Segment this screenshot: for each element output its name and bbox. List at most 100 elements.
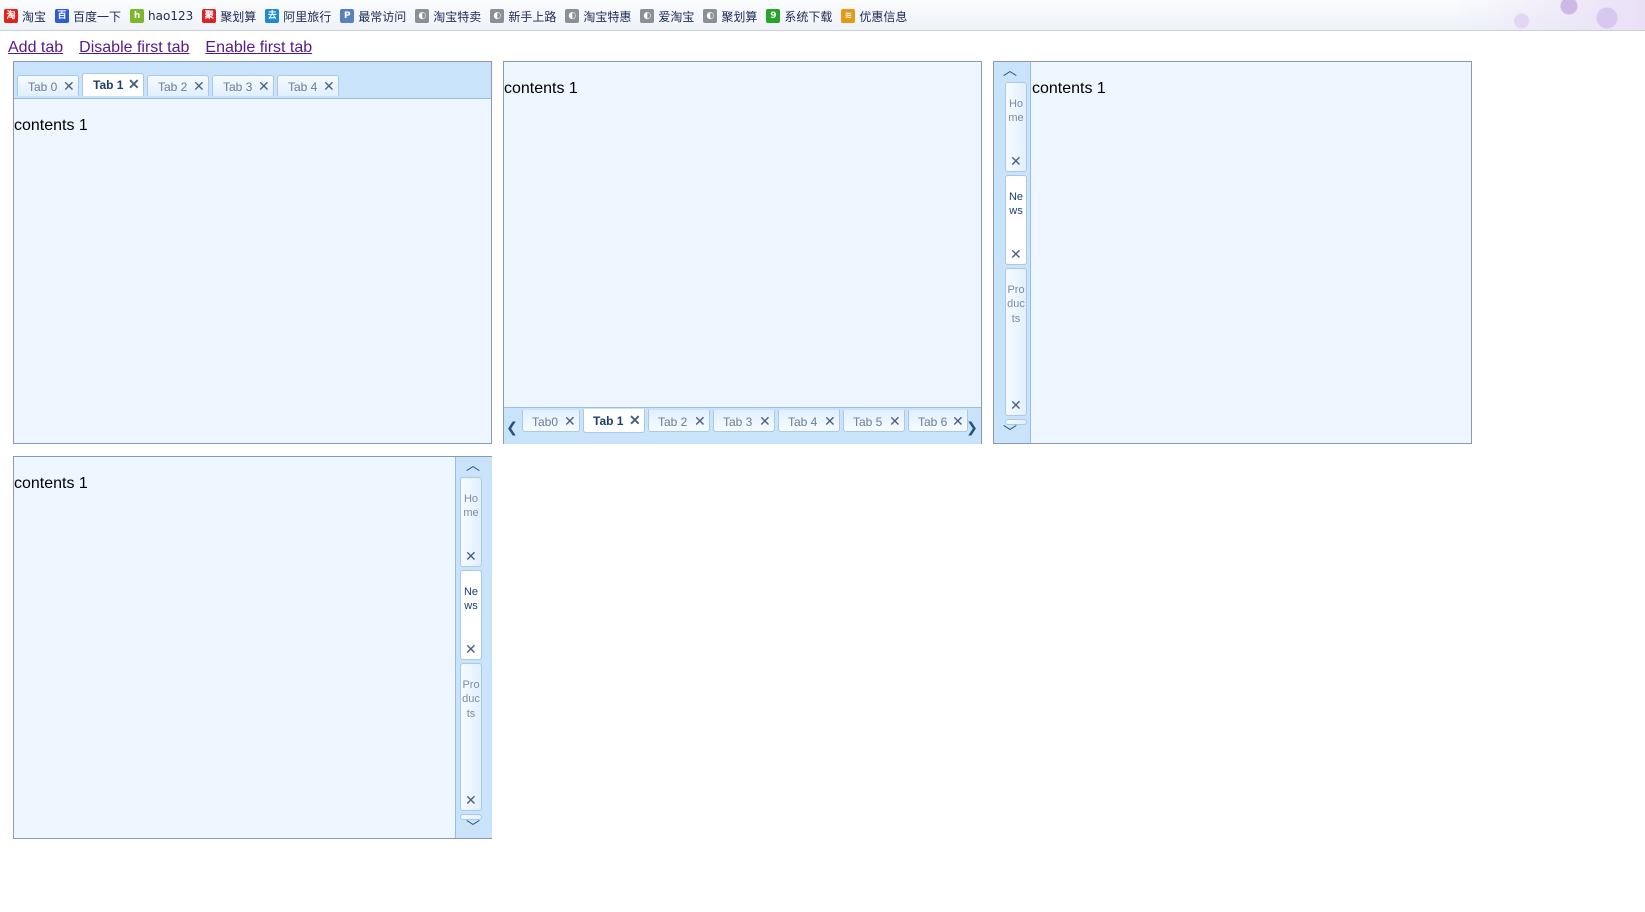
close-icon[interactable]: ✕ bbox=[323, 79, 335, 93]
close-icon[interactable]: ✕ bbox=[952, 414, 964, 428]
baidu-icon: 百 bbox=[55, 9, 70, 23]
close-icon[interactable]: ✕ bbox=[629, 413, 641, 427]
bookmark-item[interactable]: 百百度一下 bbox=[55, 8, 121, 24]
bookmark-item[interactable]: P 最常访问 bbox=[340, 8, 406, 24]
bookmark-label: 阿里旅行 bbox=[283, 9, 332, 24]
tab-label: Tab 5 bbox=[853, 415, 883, 429]
close-icon[interactable]: ✕ bbox=[465, 642, 477, 656]
tab-label: Tab 3 bbox=[723, 415, 753, 429]
bookmark-item[interactable]: ◐ 爱淘宝 bbox=[640, 8, 694, 24]
tab-label: Products bbox=[462, 679, 480, 720]
tab-label: Tab 2 bbox=[658, 415, 688, 429]
chevron-up-icon: ︿ bbox=[466, 458, 480, 474]
tab-products[interactable]: Products ✕ bbox=[1005, 268, 1027, 416]
close-icon[interactable]: ✕ bbox=[1010, 154, 1022, 168]
close-icon[interactable]: ✕ bbox=[759, 414, 771, 428]
enable-first-tab-link[interactable]: Enable first tab bbox=[205, 39, 312, 57]
close-icon[interactable]: ✕ bbox=[1010, 398, 1022, 412]
tab-tab-1[interactable]: Tab 1 ✕ bbox=[82, 73, 144, 96]
close-icon[interactable]: ✕ bbox=[193, 79, 205, 93]
tab-strip-top: Tab 0 ✕ Tab 1 ✕ Tab 2 ✕ Tab 3 ✕ Tab 4 ✕ bbox=[14, 62, 491, 99]
bookmark-item[interactable]: 淘淘宝 bbox=[4, 8, 46, 24]
tab-tab-4[interactable]: Tab 4 ✕ bbox=[277, 75, 339, 96]
tab-label: News bbox=[463, 586, 479, 613]
tab-label: Tab 3 bbox=[223, 80, 253, 94]
close-icon[interactable]: ✕ bbox=[128, 77, 140, 91]
tab-tab-4[interactable]: Tab 4 ✕ bbox=[778, 410, 840, 432]
tab-products[interactable]: Products ✕ bbox=[460, 663, 482, 811]
bookmark-label: 系统下载 bbox=[784, 9, 833, 24]
tab-home[interactable]: Home ✕ bbox=[460, 477, 482, 567]
tab-label: Tab 1 bbox=[593, 414, 624, 428]
close-icon[interactable]: ✕ bbox=[465, 793, 477, 807]
tabpanel-left: ︿ Home ✕ News ✕ Products ✕ ﹀ contents 1 bbox=[993, 61, 1472, 444]
bookmark-item[interactable]: ◐ 淘宝特惠 bbox=[565, 8, 631, 24]
tab-tab-2[interactable]: Tab 2 ✕ bbox=[147, 75, 209, 96]
tab-news[interactable]: News ✕ bbox=[460, 570, 482, 660]
close-icon[interactable]: ✕ bbox=[889, 414, 901, 428]
rss-icon: ≋ bbox=[841, 9, 856, 23]
toolbar-decoration bbox=[1455, 0, 1645, 30]
tab-tab-5[interactable]: Tab 5 ✕ bbox=[843, 410, 905, 432]
tab-strip-bottom: ❮ Tab0 ✕ Tab 1 ✕ Tab 2 ✕ Tab 3 ✕ Tab 4 ✕ Tab 5 ✕ Tab… bbox=[504, 407, 981, 444]
bookmark-item[interactable]: ◐ 聚划算 bbox=[703, 8, 757, 24]
chevron-down-icon: ﹀ bbox=[466, 820, 480, 836]
bookmarks-bar: 淘淘宝百百度一下 h hao123 聚聚划算去阿里旅行 P 最常访问 ◐ 淘宝特卖 ◐ 新手上路 ◐… bbox=[0, 0, 1645, 31]
close-icon[interactable]: ✕ bbox=[465, 549, 477, 563]
tab-label: Tab 1 bbox=[93, 78, 124, 92]
bookmark-list: 淘淘宝百百度一下 h hao123 聚聚划算去阿里旅行 P 最常访问 ◐ 淘宝特卖 ◐ 新手上路 ◐… bbox=[4, 8, 916, 24]
tab-tab-0[interactable]: Tab 0 ✕ bbox=[17, 75, 79, 96]
bookmark-item[interactable]: h hao123 bbox=[130, 8, 193, 24]
bookmark-item[interactable]: ≋ 优惠信息 bbox=[841, 8, 907, 24]
scroll-up-button[interactable]: ︿ bbox=[999, 62, 1021, 80]
scroll-left-button[interactable]: ❮ bbox=[505, 419, 519, 437]
bookmark-label: 淘宝 bbox=[22, 9, 47, 24]
tab-home[interactable]: Home ✕ bbox=[1005, 82, 1027, 172]
globe-icon: ◐ bbox=[565, 9, 580, 23]
chevron-down-icon: ﹀ bbox=[1003, 425, 1017, 441]
bookmark-item[interactable]: 去阿里旅行 bbox=[265, 8, 331, 24]
tab-label: Tab 4 bbox=[288, 80, 318, 94]
tab-tab-2[interactable]: Tab 2 ✕ bbox=[648, 410, 710, 432]
bookmark-item[interactable]: ◐ 新手上路 bbox=[490, 8, 556, 24]
tab-tab-3[interactable]: Tab 3 ✕ bbox=[212, 75, 274, 96]
tab-news[interactable]: News ✕ bbox=[1005, 175, 1027, 265]
bookmark-label: 百度一下 bbox=[73, 9, 122, 24]
bookmark-label: hao123 bbox=[148, 9, 194, 23]
taobao-icon: 淘 bbox=[4, 9, 18, 23]
close-icon[interactable]: ✕ bbox=[694, 414, 706, 428]
globe-icon: ◐ bbox=[415, 9, 430, 23]
scroll-down-button[interactable]: ﹀ bbox=[462, 819, 484, 837]
close-icon[interactable]: ✕ bbox=[258, 79, 270, 93]
tab-content: contents 1 bbox=[14, 475, 88, 492]
scroll-down-button[interactable]: ﹀ bbox=[999, 424, 1021, 442]
tab-label: Home bbox=[463, 493, 479, 520]
bookmark-label: 聚划算 bbox=[721, 9, 758, 24]
scroll-right-button[interactable]: ❯ bbox=[965, 419, 979, 437]
tabpanel-bottom: contents 1 ❮ Tab0 ✕ Tab 1 ✕ Tab 2 ✕ Tab 3 ✕ Tab … bbox=[503, 61, 982, 444]
close-icon[interactable]: ✕ bbox=[63, 79, 75, 93]
bookmark-item[interactable]: ◐ 淘宝特卖 bbox=[415, 8, 481, 24]
bookmark-label: 聚划算 bbox=[220, 9, 257, 24]
tab-tab-3[interactable]: Tab 3 ✕ bbox=[713, 410, 775, 432]
action-links: Add tab Disable first tab Enable first t… bbox=[8, 39, 328, 57]
tab-tab-1[interactable]: Tab 1 ✕ bbox=[583, 409, 645, 433]
juhuasuan-icon: 聚 bbox=[202, 9, 217, 23]
add-tab-link[interactable]: Add tab bbox=[8, 39, 63, 57]
disable-first-tab-link[interactable]: Disable first tab bbox=[79, 39, 189, 57]
tab-label: Products bbox=[1007, 284, 1025, 325]
close-icon[interactable]: ✕ bbox=[824, 414, 836, 428]
alitrip-icon: 去 bbox=[265, 9, 280, 23]
tab-tab0[interactable]: Tab0 ✕ bbox=[522, 410, 580, 432]
tab-label: Home bbox=[1008, 98, 1024, 125]
close-icon[interactable]: ✕ bbox=[564, 414, 576, 428]
tab-strip-left: ︿ Home ✕ News ✕ Products ✕ ﹀ bbox=[994, 62, 1031, 443]
scroll-up-button[interactable]: ︿ bbox=[462, 457, 484, 475]
bookmark-label: 淘宝特惠 bbox=[583, 9, 632, 24]
tab-tab-6[interactable]: Tab 6 ✕ bbox=[908, 410, 968, 432]
bookmark-item[interactable]: 聚聚划算 bbox=[202, 8, 256, 24]
tabpanel-top: Tab 0 ✕ Tab 1 ✕ Tab 2 ✕ Tab 3 ✕ Tab 4 ✕ contents … bbox=[13, 61, 492, 444]
tabpanel-right: contents 1 ︿ Home ✕ News ✕ Products ✕ ﹀ bbox=[13, 456, 492, 839]
close-icon[interactable]: ✕ bbox=[1010, 247, 1022, 261]
bookmark-item[interactable]: 9 系统下载 bbox=[766, 8, 832, 24]
